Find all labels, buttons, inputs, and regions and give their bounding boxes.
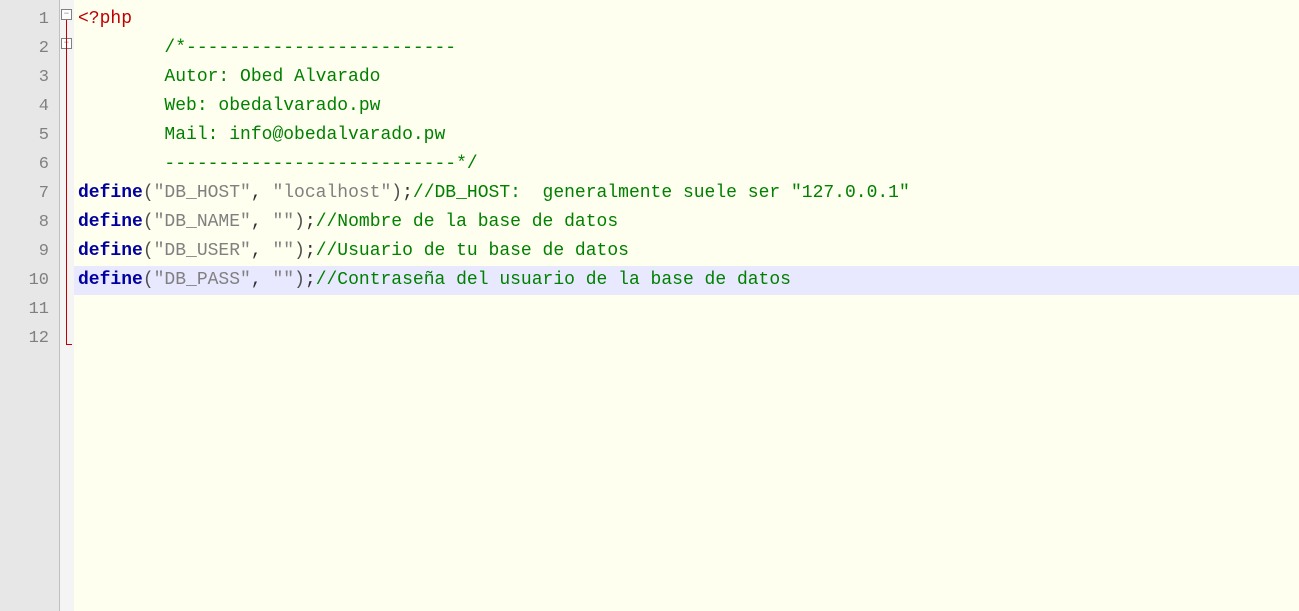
php-open-tag: <?php bbox=[78, 9, 132, 29]
comment-text: //Usuario de tu base de datos bbox=[316, 241, 629, 261]
string: "DB_USER" bbox=[154, 241, 251, 261]
fold-guide-corner bbox=[66, 344, 72, 345]
comment-text: //DB_HOST: generalmente suele ser "127.0… bbox=[413, 183, 910, 203]
comment-text: //Contraseña del usuario de la base de d… bbox=[316, 270, 791, 290]
line-number: 5 bbox=[0, 121, 59, 150]
string: "DB_NAME" bbox=[154, 212, 251, 232]
paren: ) bbox=[391, 183, 402, 203]
paren: ) bbox=[294, 212, 305, 232]
keyword: define bbox=[78, 183, 143, 203]
line-number: 7 bbox=[0, 179, 59, 208]
paren: ) bbox=[294, 241, 305, 261]
line-number: 8 bbox=[0, 208, 59, 237]
line-number: 1 bbox=[0, 5, 59, 34]
code-line[interactable]: define("DB_USER", "");//Usuario de tu ba… bbox=[74, 237, 1299, 266]
keyword: define bbox=[78, 241, 143, 261]
line-number: 3 bbox=[0, 63, 59, 92]
line-number: 9 bbox=[0, 237, 59, 266]
comment-text: //Nombre de la base de datos bbox=[316, 212, 618, 232]
string: "" bbox=[272, 270, 294, 290]
code-line[interactable]: Web: obedalvarado.pw bbox=[74, 92, 1299, 121]
string: "DB_HOST" bbox=[154, 183, 251, 203]
code-line[interactable]: Mail: info@obedalvarado.pw bbox=[74, 121, 1299, 150]
comment-text: /*------------------------- bbox=[121, 38, 456, 58]
code-line[interactable]: <?php bbox=[74, 5, 1299, 34]
code-editor[interactable]: <?php /*------------------------- Autor:… bbox=[74, 0, 1299, 611]
fold-column: − − bbox=[60, 0, 74, 611]
code-line[interactable]: /*------------------------- bbox=[74, 34, 1299, 63]
comma: , bbox=[251, 270, 273, 290]
code-line-active[interactable]: define("DB_PASS", "");//Contraseña del u… bbox=[74, 266, 1299, 295]
semicolon: ; bbox=[305, 241, 316, 261]
line-number: 11 bbox=[0, 295, 59, 324]
line-number: 10 bbox=[0, 266, 59, 295]
semicolon: ; bbox=[305, 270, 316, 290]
keyword: define bbox=[78, 270, 143, 290]
string: "" bbox=[272, 212, 294, 232]
line-number-gutter: 1 2 3 4 5 6 7 8 9 10 11 12 bbox=[0, 0, 60, 611]
fold-guide-line bbox=[66, 20, 67, 345]
semicolon: ; bbox=[305, 212, 316, 232]
code-line[interactable]: ---------------------------*/ bbox=[74, 150, 1299, 179]
string: "DB_PASS" bbox=[154, 270, 251, 290]
fold-toggle-icon[interactable]: − bbox=[61, 9, 72, 20]
code-line[interactable]: Autor: Obed Alvarado bbox=[74, 63, 1299, 92]
comment-text: ---------------------------*/ bbox=[121, 154, 477, 174]
comma: , bbox=[251, 241, 273, 261]
code-line[interactable]: define("DB_NAME", "");//Nombre de la bas… bbox=[74, 208, 1299, 237]
comma: , bbox=[251, 212, 273, 232]
code-line[interactable] bbox=[74, 295, 1299, 324]
comment-text: Web: obedalvarado.pw bbox=[121, 96, 380, 116]
string: "" bbox=[272, 241, 294, 261]
comment-text: Autor: Obed Alvarado bbox=[121, 67, 380, 87]
line-number: 6 bbox=[0, 150, 59, 179]
line-number: 2 bbox=[0, 34, 59, 63]
comma: , bbox=[251, 183, 273, 203]
line-number: 12 bbox=[0, 324, 59, 353]
string: "localhost" bbox=[272, 183, 391, 203]
paren: ( bbox=[143, 212, 154, 232]
paren: ( bbox=[143, 270, 154, 290]
paren: ( bbox=[143, 183, 154, 203]
line-number: 4 bbox=[0, 92, 59, 121]
keyword: define bbox=[78, 212, 143, 232]
code-line[interactable]: define("DB_HOST", "localhost");//DB_HOST… bbox=[74, 179, 1299, 208]
semicolon: ; bbox=[402, 183, 413, 203]
paren: ) bbox=[294, 270, 305, 290]
paren: ( bbox=[143, 241, 154, 261]
code-line[interactable] bbox=[74, 324, 1299, 353]
comment-text: Mail: info@obedalvarado.pw bbox=[121, 125, 445, 145]
